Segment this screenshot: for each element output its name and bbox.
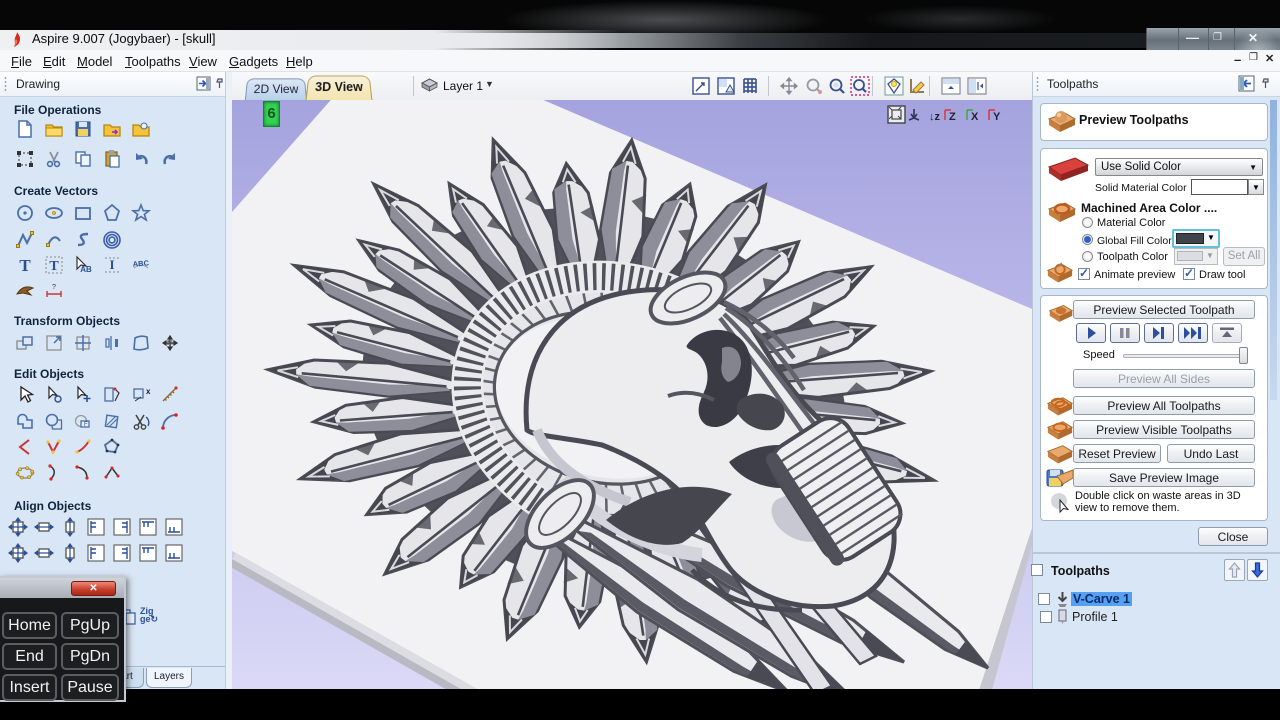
svg-text:I: I xyxy=(109,257,114,272)
svg-text:AB: AB xyxy=(80,265,92,274)
svg-text:T: T xyxy=(19,256,31,275)
svg-text:↓z: ↓z xyxy=(929,111,941,123)
svg-text:ABC: ABC xyxy=(132,258,149,268)
svg-text:F: F xyxy=(84,422,88,428)
svg-text:Z: Z xyxy=(949,111,956,123)
svg-text:?: ? xyxy=(52,284,56,291)
svg-text:X: X xyxy=(971,111,979,123)
svg-text:T: T xyxy=(49,259,59,274)
svg-text:x: x xyxy=(146,387,151,396)
svg-text:Y: Y xyxy=(993,111,1001,123)
